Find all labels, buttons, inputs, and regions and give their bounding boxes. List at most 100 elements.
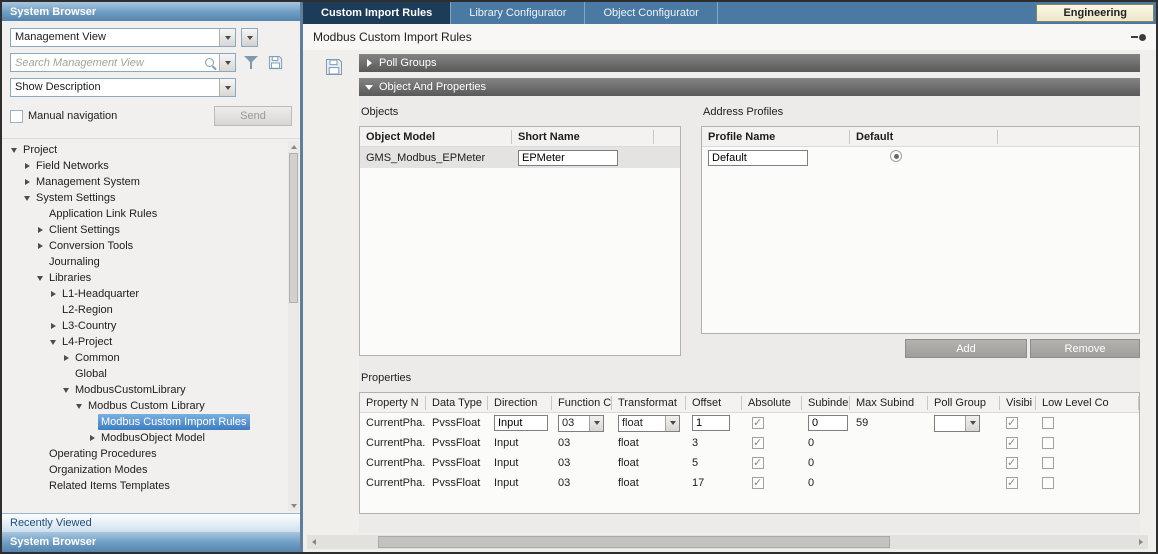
property-row[interactable]: CurrentPha... PvssFloat Input 03 float 5… [360, 453, 1139, 473]
expand-arrow-icon[interactable] [34, 227, 46, 233]
expand-arrow-icon[interactable] [34, 276, 46, 281]
visibility-checkbox[interactable] [1006, 437, 1018, 449]
function-code-dropdown[interactable]: 03 [558, 415, 604, 432]
default-profile-radio[interactable] [890, 150, 902, 162]
view-selector[interactable]: Management View [10, 28, 236, 47]
property-row[interactable]: CurrentPha... PvssFloat Input 03 float 1… [360, 473, 1139, 493]
engineering-mode-button[interactable]: Engineering [1036, 4, 1154, 22]
pin-icon[interactable] [1131, 34, 1146, 41]
absolute-checkbox[interactable] [752, 437, 764, 449]
expand-arrow-icon[interactable] [21, 163, 33, 169]
chevron-down-icon[interactable] [589, 416, 603, 431]
tree-item[interactable]: Common [4, 350, 286, 366]
expand-arrow-icon[interactable] [34, 243, 46, 249]
section-poll-groups[interactable]: Poll Groups [359, 54, 1140, 72]
tree-item[interactable]: Global [4, 366, 286, 382]
profile-row[interactable] [702, 147, 1139, 168]
send-button[interactable]: Send [214, 106, 292, 126]
expand-arrow-icon[interactable] [47, 291, 59, 297]
search-input[interactable] [11, 54, 203, 71]
column-header-object-model[interactable]: Object Model [360, 130, 512, 144]
property-row[interactable]: CurrentPha... PvssFloat 03 float [360, 413, 1139, 433]
absolute-checkbox[interactable] [752, 457, 764, 469]
property-row[interactable]: CurrentPha... PvssFloat Input 03 float 3… [360, 433, 1139, 453]
chevron-down-icon[interactable] [219, 79, 235, 96]
low-level-checkbox[interactable] [1042, 417, 1054, 429]
scrollbar-thumb[interactable] [289, 153, 298, 303]
expand-arrow-icon[interactable] [47, 340, 59, 345]
column-header-offset[interactable]: Offset [686, 396, 742, 410]
column-header-profile-name[interactable]: Profile Name [702, 130, 850, 144]
tree-item[interactable]: L4-Project [4, 334, 286, 350]
tree-item[interactable]: Organization Modes [4, 462, 286, 478]
column-header-transformation[interactable]: Transformat [612, 396, 686, 410]
tree-scrollbar[interactable] [288, 141, 299, 511]
column-header-absolute[interactable]: Absolute [742, 396, 802, 410]
tree-item[interactable]: Application Link Rules [4, 206, 286, 222]
absolute-checkbox[interactable] [752, 477, 764, 489]
low-level-checkbox[interactable] [1042, 457, 1054, 469]
scroll-down-icon[interactable] [288, 500, 299, 511]
visibility-checkbox[interactable] [1006, 417, 1018, 429]
transformation-dropdown[interactable]: float [618, 415, 680, 432]
column-header-low-level[interactable]: Low Level Co [1036, 396, 1139, 410]
tree-item[interactable]: L2-Region [4, 302, 286, 318]
expand-arrow-icon[interactable] [73, 404, 85, 409]
section-object-and-properties[interactable]: Object And Properties [359, 78, 1140, 96]
chevron-down-icon[interactable] [965, 416, 979, 431]
column-header-short-name[interactable]: Short Name [512, 130, 654, 144]
save-button[interactable] [325, 67, 343, 79]
chevron-down-icon[interactable] [665, 416, 679, 431]
tree-item[interactable]: Journaling [4, 254, 286, 270]
expand-arrow-icon[interactable] [60, 388, 72, 393]
object-row[interactable]: GMS_Modbus_EPMeter [360, 147, 680, 168]
tree-item[interactable]: Modbus Custom Library [4, 398, 286, 414]
description-selector[interactable]: Show Description [10, 78, 236, 97]
expand-arrow-icon[interactable] [86, 435, 98, 441]
tree-item-modbus-custom-import-rules[interactable]: Modbus Custom Import Rules [4, 414, 286, 430]
profile-name-input[interactable] [708, 150, 808, 166]
poll-group-dropdown[interactable] [934, 415, 980, 432]
horizontal-scrollbar[interactable] [307, 535, 1148, 549]
scrollbar-thumb[interactable] [378, 536, 890, 548]
expand-arrow-icon[interactable] [21, 196, 33, 201]
tree-item[interactable]: L1-Headquarter [4, 286, 286, 302]
tree-item[interactable]: Project [4, 142, 286, 158]
chevron-down-icon[interactable] [219, 29, 235, 46]
column-header-default[interactable]: Default [850, 130, 998, 144]
tab-library-configurator[interactable]: Library Configurator [451, 2, 585, 24]
expand-arrow-icon[interactable] [47, 323, 59, 329]
column-header-direction[interactable]: Direction [488, 396, 552, 410]
expand-arrow-icon[interactable] [21, 179, 33, 185]
column-header-property-name[interactable]: Property N [360, 396, 426, 410]
low-level-checkbox[interactable] [1042, 437, 1054, 449]
scroll-left-icon[interactable] [307, 535, 321, 549]
column-header-subindex[interactable]: Subinde [802, 396, 850, 410]
column-header-max-subindex[interactable]: Max Subind [850, 396, 928, 410]
visibility-checkbox[interactable] [1006, 477, 1018, 489]
scroll-right-icon[interactable] [1134, 535, 1148, 549]
tree-item[interactable]: Libraries [4, 270, 286, 286]
tree-item[interactable]: ModbusCustomLibrary [4, 382, 286, 398]
low-level-checkbox[interactable] [1042, 477, 1054, 489]
expand-arrow-icon[interactable] [60, 355, 72, 361]
scroll-up-icon[interactable] [288, 141, 299, 152]
add-button[interactable]: Add [905, 339, 1027, 358]
filter-icon[interactable] [242, 54, 260, 72]
view-options-dropdown-button[interactable] [241, 28, 258, 47]
short-name-input[interactable] [518, 150, 618, 166]
tab-custom-import-rules[interactable]: Custom Import Rules [303, 2, 451, 24]
system-browser-bottom-bar[interactable]: System Browser [2, 532, 300, 552]
chevron-down-icon[interactable] [219, 54, 235, 71]
tree-item[interactable]: System Settings [4, 190, 286, 206]
save-search-icon[interactable] [266, 54, 284, 72]
column-header-poll-group[interactable]: Poll Group [928, 396, 1000, 410]
visibility-checkbox[interactable] [1006, 457, 1018, 469]
offset-input[interactable] [692, 415, 730, 431]
tree-item[interactable]: ModbusObject Model [4, 430, 286, 446]
column-header-visibility[interactable]: Visibi [1000, 396, 1036, 410]
tree-item[interactable]: Field Networks [4, 158, 286, 174]
remove-button[interactable]: Remove [1030, 339, 1140, 358]
manual-navigation-checkbox[interactable] [10, 110, 23, 123]
tree-item[interactable]: Client Settings [4, 222, 286, 238]
